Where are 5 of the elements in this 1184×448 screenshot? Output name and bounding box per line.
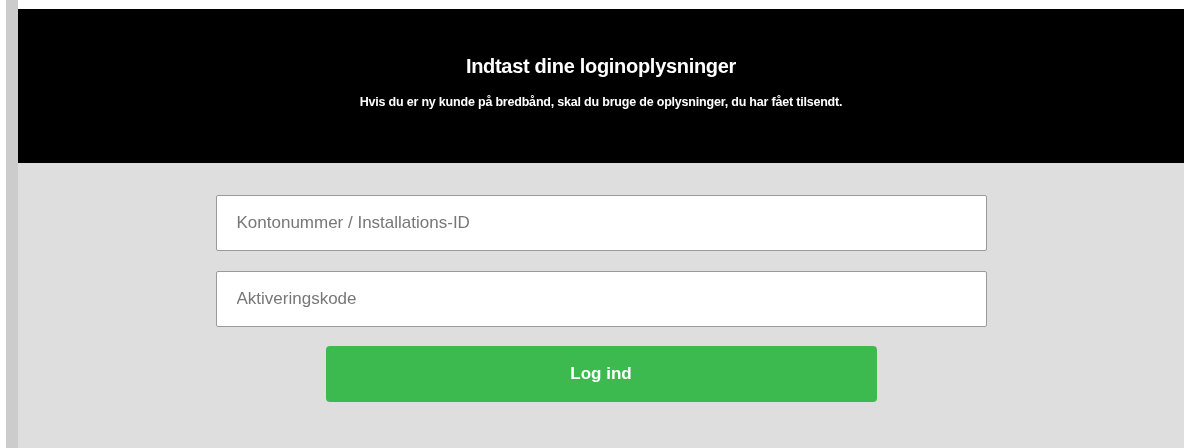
login-button[interactable]: Log ind xyxy=(325,346,877,402)
input-field[interactable]: Kontonummer / Installations-ID xyxy=(215,195,987,251)
login-title: Indtast dine loginoplysninger xyxy=(465,55,737,78)
input-field[interactable]: Aktiveringskode xyxy=(215,271,987,327)
login-subtitle: Hvis du er ny kunde på bredbånd, skal du bruge de oplysninger, du har fået tilsendt. xyxy=(359,95,843,109)
